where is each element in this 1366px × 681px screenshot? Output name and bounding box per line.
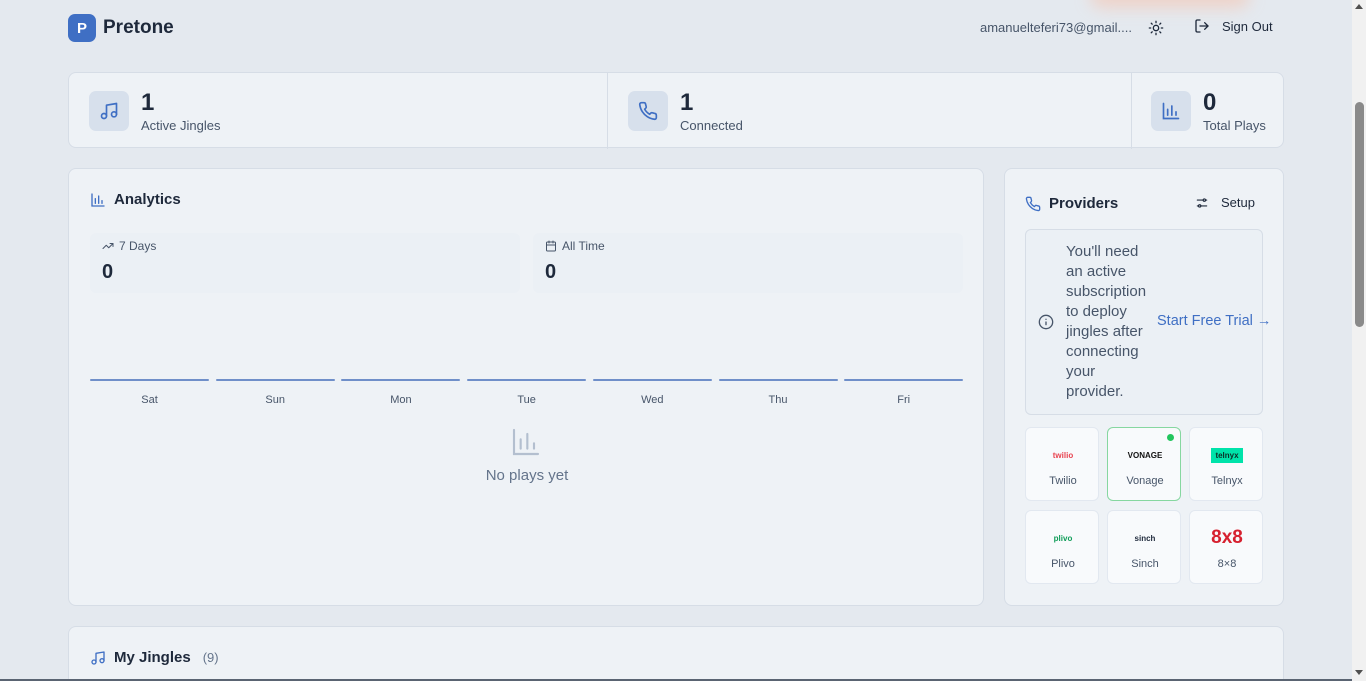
phone-icon (638, 101, 658, 121)
bar-chart-icon (1162, 102, 1180, 120)
provider-logo: sinch (1134, 533, 1156, 543)
stat-value: 0 (1203, 88, 1217, 116)
providers-card: Providers Setup You'll need an active su… (1004, 168, 1284, 606)
stat-icon-box (1151, 91, 1191, 131)
my-jingles-title-text: My Jingles (114, 649, 191, 666)
provider-logo: telnyx (1190, 442, 1264, 468)
day-label: Tue (517, 394, 536, 406)
day-bar (844, 379, 964, 381)
day-label: Sun (265, 394, 285, 406)
day-label: Mon (390, 394, 412, 406)
day-label: Thu (768, 394, 788, 406)
provider-logo: twilio (1052, 450, 1074, 460)
providers-title-text: Providers (1049, 195, 1119, 212)
empty-chart-icon (512, 428, 540, 456)
user-email: amanuelteferi73@gmail.... (980, 20, 1132, 35)
provider-name: Vonage (1126, 475, 1164, 487)
stat-connected: 1 Connected (628, 73, 743, 149)
stat-label: Connected (680, 117, 743, 133)
providers-title: Providers (1025, 195, 1118, 212)
metric-label: All Time (562, 239, 605, 253)
provider-tile[interactable]: sinch Sinch (1107, 510, 1181, 584)
stat-value: 1 (680, 88, 694, 116)
sign-out-label: Sign Out (1222, 18, 1273, 34)
top-header: P Pretone amanuelteferi73@gmail.... Sign… (0, 0, 1352, 56)
sliders-icon (1196, 197, 1208, 208)
stat-icon-box (628, 91, 668, 131)
stat-total-plays: 0 Total Plays (1151, 73, 1266, 149)
log-out-icon (1195, 19, 1209, 33)
stat-icon-box (89, 91, 129, 131)
provider-logo: plivo (1053, 533, 1073, 543)
bar-chart-icon (91, 192, 105, 207)
day-label: Sat (141, 394, 158, 406)
sun-icon (1148, 20, 1164, 36)
stat-label: Active Jingles (141, 117, 221, 133)
provider-name: Plivo (1051, 558, 1075, 570)
provider-tile[interactable]: plivo Plivo (1025, 510, 1099, 584)
brand-logo: P (68, 14, 96, 42)
music-note-icon (91, 650, 105, 665)
brand-name: Pretone (103, 17, 174, 38)
day-bar (467, 379, 587, 381)
page-scrollbar[interactable] (1352, 0, 1366, 681)
provider-logo: VONAGE (1127, 450, 1163, 460)
day-bar (341, 379, 461, 381)
provider-name: 8×8 (1217, 558, 1237, 570)
sign-out-button[interactable]: Sign Out (1194, 18, 1273, 34)
provider-tile[interactable]: twilio Twilio (1025, 427, 1099, 501)
provider-tile[interactable]: VONAGE Vonage (1107, 427, 1181, 501)
provider-tile[interactable]: 8x8 8×8 (1189, 510, 1263, 584)
scroll-up-arrow-icon[interactable] (1355, 4, 1363, 9)
my-jingles-title: My Jingles (9) (90, 649, 219, 666)
connected-status-dot (1167, 434, 1174, 441)
analytics-title-text: Analytics (114, 191, 181, 208)
provider-logo: 8x8 (1211, 527, 1243, 548)
theme-toggle-button[interactable] (1146, 18, 1166, 38)
stat-divider (1131, 73, 1132, 149)
day-bar (718, 379, 838, 381)
provider-name: Twilio (1049, 475, 1077, 487)
start-free-trial-link[interactable]: Start Free Trial → (1157, 313, 1271, 329)
my-jingles-card: My Jingles (9) (68, 626, 1284, 681)
trending-up-icon (102, 243, 114, 249)
stats-bar: 1 Active Jingles 1 Connected 0 Total Pla… (68, 72, 1284, 149)
phone-icon (1025, 196, 1041, 211)
day-label: Fri (897, 394, 911, 406)
info-icon (1038, 314, 1054, 330)
header-decoration (1090, 0, 1250, 8)
stat-label: Total Plays (1203, 117, 1266, 133)
stat-value: 1 (141, 88, 155, 116)
stat-active-jingles: 1 Active Jingles (89, 73, 220, 149)
subscription-notice: You'll need an active subscription to de… (1025, 229, 1271, 415)
day-label: Wed (641, 394, 664, 406)
metric-all-time: All Time 0 (533, 233, 963, 293)
scrollbar-thumb[interactable] (1355, 102, 1364, 327)
setup-button[interactable]: Setup (1195, 195, 1255, 210)
notice-text: You'll need an active subscription to de… (1066, 243, 1147, 400)
jingles-count: (9) (202, 650, 219, 665)
calendar-icon (546, 240, 556, 252)
analytics-title: Analytics (90, 191, 181, 208)
scroll-down-arrow-icon[interactable] (1355, 670, 1363, 675)
metric-value: 0 (545, 261, 557, 283)
analytics-card: Analytics 7 Days 0 All Time 0 Sat Sun Mon T… (68, 168, 984, 606)
provider-name: Telnyx (1211, 475, 1243, 487)
setup-label: Setup (1221, 195, 1255, 210)
empty-state-text: No plays yet (485, 467, 569, 484)
provider-name: Sinch (1131, 558, 1159, 570)
day-bar (215, 379, 335, 381)
provider-tile[interactable]: telnyx Telnyx (1189, 427, 1263, 501)
metric-label: 7 Days (119, 239, 157, 253)
brand[interactable]: P Pretone (68, 14, 174, 42)
metric-7-days: 7 Days 0 (90, 233, 520, 293)
music-note-icon (100, 102, 118, 120)
stat-divider (607, 73, 608, 149)
metric-value: 0 (102, 261, 114, 283)
day-bar (90, 379, 209, 381)
day-bar (592, 379, 712, 381)
